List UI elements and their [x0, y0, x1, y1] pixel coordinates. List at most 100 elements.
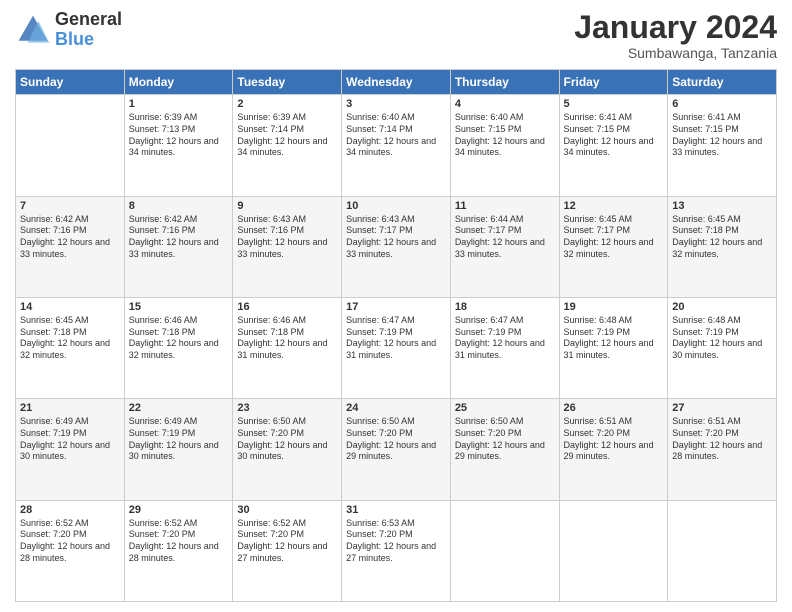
sunset-text: Sunset: 7:20 PM [564, 428, 631, 438]
table-row: 4 Sunrise: 6:40 AM Sunset: 7:15 PM Dayli… [450, 95, 559, 196]
daylight-text: Daylight: 12 hours and 31 minutes. [237, 338, 327, 360]
sunrise-text: Sunrise: 6:52 AM [129, 518, 198, 528]
cell-info: Sunrise: 6:51 AM Sunset: 7:20 PM Dayligh… [672, 416, 772, 463]
cell-info: Sunrise: 6:41 AM Sunset: 7:15 PM Dayligh… [672, 112, 772, 159]
day-number: 12 [564, 200, 664, 212]
subtitle: Sumbawanga, Tanzania [574, 45, 777, 61]
daylight-text: Daylight: 12 hours and 27 minutes. [346, 541, 436, 563]
daylight-text: Daylight: 12 hours and 32 minutes. [672, 237, 762, 259]
table-row: 25 Sunrise: 6:50 AM Sunset: 7:20 PM Dayl… [450, 399, 559, 500]
sunset-text: Sunset: 7:17 PM [455, 225, 522, 235]
table-row: 22 Sunrise: 6:49 AM Sunset: 7:19 PM Dayl… [124, 399, 233, 500]
sunrise-text: Sunrise: 6:49 AM [129, 416, 198, 426]
day-number: 14 [20, 301, 120, 313]
cell-info: Sunrise: 6:42 AM Sunset: 7:16 PM Dayligh… [129, 214, 229, 261]
sunrise-text: Sunrise: 6:48 AM [672, 315, 741, 325]
table-row: 14 Sunrise: 6:45 AM Sunset: 7:18 PM Dayl… [16, 297, 125, 398]
day-number: 25 [455, 402, 555, 414]
daylight-text: Daylight: 12 hours and 34 minutes. [237, 136, 327, 158]
sunrise-text: Sunrise: 6:41 AM [672, 112, 741, 122]
cell-info: Sunrise: 6:48 AM Sunset: 7:19 PM Dayligh… [672, 315, 772, 362]
cell-info: Sunrise: 6:47 AM Sunset: 7:19 PM Dayligh… [455, 315, 555, 362]
sunset-text: Sunset: 7:15 PM [564, 124, 631, 134]
day-number: 13 [672, 200, 772, 212]
sunrise-text: Sunrise: 6:39 AM [237, 112, 306, 122]
sunset-text: Sunset: 7:13 PM [129, 124, 196, 134]
page: General Blue January 2024 Sumbawanga, Ta… [0, 0, 792, 612]
daylight-text: Daylight: 12 hours and 28 minutes. [672, 440, 762, 462]
sunset-text: Sunset: 7:18 PM [672, 225, 739, 235]
sunrise-text: Sunrise: 6:52 AM [237, 518, 306, 528]
sunrise-text: Sunrise: 6:53 AM [346, 518, 415, 528]
cell-info: Sunrise: 6:47 AM Sunset: 7:19 PM Dayligh… [346, 315, 446, 362]
day-number: 18 [455, 301, 555, 313]
day-number: 11 [455, 200, 555, 212]
cell-info: Sunrise: 6:45 AM Sunset: 7:18 PM Dayligh… [20, 315, 120, 362]
sunrise-text: Sunrise: 6:41 AM [564, 112, 633, 122]
daylight-text: Daylight: 12 hours and 28 minutes. [129, 541, 219, 563]
sunset-text: Sunset: 7:15 PM [455, 124, 522, 134]
day-number: 3 [346, 98, 446, 110]
sunrise-text: Sunrise: 6:43 AM [346, 214, 415, 224]
daylight-text: Daylight: 12 hours and 33 minutes. [237, 237, 327, 259]
cell-info: Sunrise: 6:40 AM Sunset: 7:15 PM Dayligh… [455, 112, 555, 159]
daylight-text: Daylight: 12 hours and 33 minutes. [672, 136, 762, 158]
cell-info: Sunrise: 6:43 AM Sunset: 7:17 PM Dayligh… [346, 214, 446, 261]
title-block: January 2024 Sumbawanga, Tanzania [574, 10, 777, 61]
table-row: 18 Sunrise: 6:47 AM Sunset: 7:19 PM Dayl… [450, 297, 559, 398]
cell-info: Sunrise: 6:48 AM Sunset: 7:19 PM Dayligh… [564, 315, 664, 362]
sunrise-text: Sunrise: 6:45 AM [564, 214, 633, 224]
sunset-text: Sunset: 7:20 PM [346, 529, 413, 539]
cell-info: Sunrise: 6:50 AM Sunset: 7:20 PM Dayligh… [237, 416, 337, 463]
table-row: 26 Sunrise: 6:51 AM Sunset: 7:20 PM Dayl… [559, 399, 668, 500]
day-number: 9 [237, 200, 337, 212]
sunset-text: Sunset: 7:17 PM [346, 225, 413, 235]
cell-info: Sunrise: 6:50 AM Sunset: 7:20 PM Dayligh… [346, 416, 446, 463]
sunset-text: Sunset: 7:14 PM [346, 124, 413, 134]
cell-info: Sunrise: 6:45 AM Sunset: 7:17 PM Dayligh… [564, 214, 664, 261]
cell-info: Sunrise: 6:44 AM Sunset: 7:17 PM Dayligh… [455, 214, 555, 261]
daylight-text: Daylight: 12 hours and 30 minutes. [20, 440, 110, 462]
table-row: 24 Sunrise: 6:50 AM Sunset: 7:20 PM Dayl… [342, 399, 451, 500]
table-row: 16 Sunrise: 6:46 AM Sunset: 7:18 PM Dayl… [233, 297, 342, 398]
sunset-text: Sunset: 7:20 PM [672, 428, 739, 438]
daylight-text: Daylight: 12 hours and 34 minutes. [564, 136, 654, 158]
header: General Blue January 2024 Sumbawanga, Ta… [15, 10, 777, 61]
day-number: 23 [237, 402, 337, 414]
day-number: 30 [237, 504, 337, 516]
table-row [16, 95, 125, 196]
day-number: 8 [129, 200, 229, 212]
sunrise-text: Sunrise: 6:48 AM [564, 315, 633, 325]
cell-info: Sunrise: 6:43 AM Sunset: 7:16 PM Dayligh… [237, 214, 337, 261]
table-row: 21 Sunrise: 6:49 AM Sunset: 7:19 PM Dayl… [16, 399, 125, 500]
logo-blue: Blue [55, 30, 122, 50]
sunrise-text: Sunrise: 6:42 AM [129, 214, 198, 224]
daylight-text: Daylight: 12 hours and 33 minutes. [455, 237, 545, 259]
daylight-text: Daylight: 12 hours and 30 minutes. [237, 440, 327, 462]
table-row: 17 Sunrise: 6:47 AM Sunset: 7:19 PM Dayl… [342, 297, 451, 398]
daylight-text: Daylight: 12 hours and 29 minutes. [455, 440, 545, 462]
sunset-text: Sunset: 7:19 PM [564, 327, 631, 337]
cell-info: Sunrise: 6:49 AM Sunset: 7:19 PM Dayligh… [129, 416, 229, 463]
sunset-text: Sunset: 7:18 PM [20, 327, 87, 337]
day-number: 22 [129, 402, 229, 414]
table-row: 28 Sunrise: 6:52 AM Sunset: 7:20 PM Dayl… [16, 500, 125, 601]
daylight-text: Daylight: 12 hours and 34 minutes. [346, 136, 436, 158]
col-thursday: Thursday [450, 70, 559, 95]
day-number: 31 [346, 504, 446, 516]
sunset-text: Sunset: 7:14 PM [237, 124, 304, 134]
table-row: 8 Sunrise: 6:42 AM Sunset: 7:16 PM Dayli… [124, 196, 233, 297]
day-number: 29 [129, 504, 229, 516]
table-row: 1 Sunrise: 6:39 AM Sunset: 7:13 PM Dayli… [124, 95, 233, 196]
daylight-text: Daylight: 12 hours and 28 minutes. [20, 541, 110, 563]
sunrise-text: Sunrise: 6:51 AM [672, 416, 741, 426]
daylight-text: Daylight: 12 hours and 31 minutes. [564, 338, 654, 360]
daylight-text: Daylight: 12 hours and 33 minutes. [129, 237, 219, 259]
table-row: 11 Sunrise: 6:44 AM Sunset: 7:17 PM Dayl… [450, 196, 559, 297]
cell-info: Sunrise: 6:49 AM Sunset: 7:19 PM Dayligh… [20, 416, 120, 463]
day-number: 7 [20, 200, 120, 212]
day-number: 6 [672, 98, 772, 110]
sunset-text: Sunset: 7:17 PM [564, 225, 631, 235]
calendar-week-row: 1 Sunrise: 6:39 AM Sunset: 7:13 PM Dayli… [16, 95, 777, 196]
sunrise-text: Sunrise: 6:40 AM [346, 112, 415, 122]
